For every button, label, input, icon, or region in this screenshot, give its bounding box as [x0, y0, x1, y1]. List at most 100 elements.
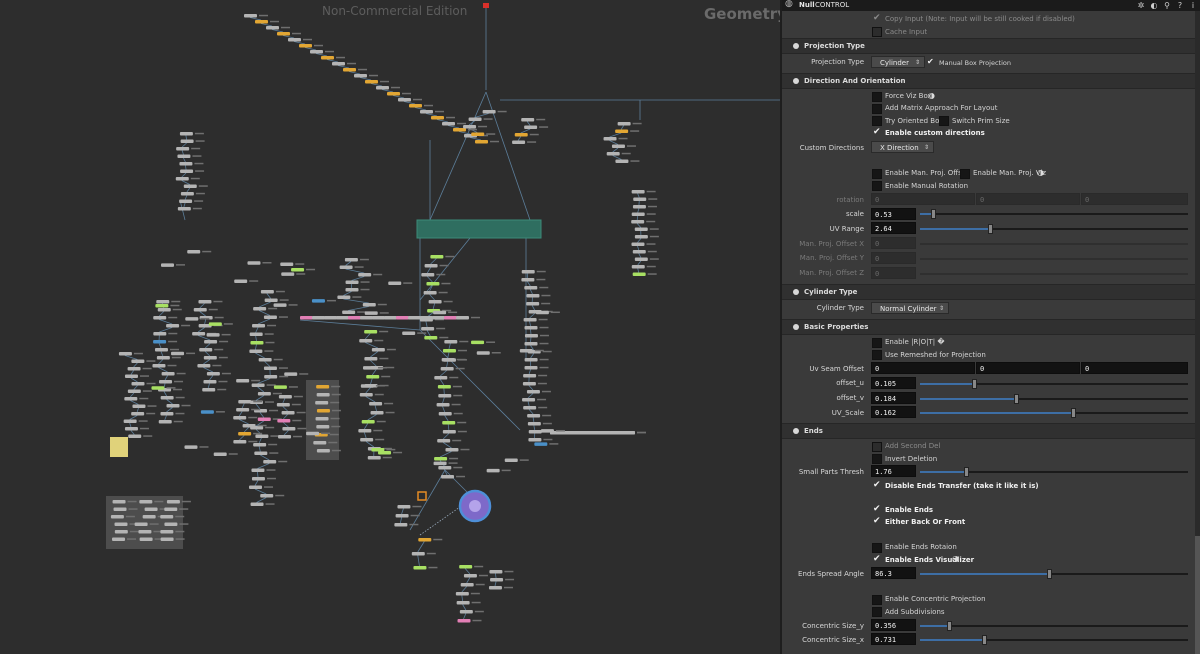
graph-node[interactable] — [460, 583, 474, 587]
graph-node[interactable] — [264, 298, 278, 303]
graph-node[interactable] — [177, 154, 191, 159]
graph-node[interactable] — [193, 308, 207, 312]
graph-node[interactable] — [459, 565, 473, 569]
graph-node[interactable] — [278, 395, 292, 399]
graph-node[interactable] — [110, 515, 124, 519]
graph-node[interactable] — [179, 132, 193, 136]
graph-node[interactable] — [313, 441, 327, 445]
node-name-label[interactable]: CONTROL — [815, 0, 849, 11]
graph-node[interactable] — [342, 310, 356, 315]
graph-node[interactable] — [442, 122, 455, 126]
graph-node[interactable] — [408, 316, 421, 320]
help-icon[interactable]: ? — [1175, 0, 1185, 11]
graph-node[interactable] — [631, 190, 645, 194]
enable-ends-check-icon[interactable]: ✔ — [873, 504, 881, 514]
graph-node[interactable] — [264, 375, 278, 379]
graph-node[interactable] — [180, 192, 194, 196]
copy-input-check-icon[interactable]: ✔ — [873, 13, 881, 23]
graph-node[interactable] — [153, 340, 167, 344]
graph-node[interactable] — [437, 439, 451, 443]
offset-u-field[interactable]: 0.105 — [871, 377, 916, 389]
graph-node[interactable] — [113, 507, 127, 512]
graph-node[interactable] — [365, 80, 378, 84]
graph-node[interactable] — [488, 586, 502, 590]
graph-node[interactable] — [523, 406, 537, 410]
graph-node[interactable] — [409, 104, 422, 108]
rotation-z-field[interactable]: 0 — [1081, 193, 1188, 205]
graph-node[interactable] — [316, 393, 330, 397]
search-icon[interactable]: ⚲ — [1162, 0, 1172, 11]
graph-node[interactable] — [139, 500, 153, 504]
graph-node[interactable] — [281, 272, 295, 276]
slider-handle[interactable] — [1014, 394, 1020, 404]
graph-node[interactable] — [124, 397, 138, 401]
add-subdivisions-checkbox[interactable] — [872, 607, 882, 617]
invert-deletion-checkbox[interactable] — [872, 454, 882, 464]
graph-node[interactable] — [306, 431, 320, 436]
graph-node[interactable] — [632, 250, 646, 254]
graph-node[interactable] — [384, 316, 397, 320]
graph-node[interactable] — [166, 324, 180, 328]
enable-man-viz-checkbox[interactable] — [960, 169, 970, 179]
graph-node[interactable] — [437, 385, 451, 389]
graph-node[interactable] — [358, 273, 372, 277]
concentric-size-y-field[interactable]: 0.356 — [871, 619, 916, 631]
graph-node[interactable] — [132, 404, 146, 409]
graph-node[interactable] — [114, 522, 128, 527]
graph-node[interactable] — [316, 385, 330, 389]
graph-node[interactable] — [254, 451, 268, 456]
manual-box-check-icon[interactable]: ✔ — [927, 57, 934, 66]
graph-node[interactable] — [255, 20, 268, 24]
graph-node[interactable] — [348, 316, 361, 320]
graph-node[interactable] — [316, 449, 330, 453]
graph-node[interactable] — [343, 68, 356, 72]
graph-node[interactable] — [284, 372, 298, 376]
section-cylinder-type[interactable]: Cylinder Type — [782, 284, 1195, 300]
graph-node[interactable] — [634, 257, 648, 262]
graph-node[interactable] — [490, 578, 504, 582]
concentric-size-x-slider[interactable] — [920, 635, 1188, 645]
graph-node[interactable] — [562, 431, 575, 435]
graph-node[interactable] — [166, 500, 180, 504]
offset-y-slider[interactable] — [920, 258, 1188, 260]
enable-concentric-checkbox[interactable] — [872, 595, 882, 605]
try-oriented-box-checkbox[interactable] — [872, 116, 882, 126]
graph-node[interactable] — [482, 110, 496, 114]
graph-node[interactable] — [521, 270, 535, 274]
graph-node[interactable] — [371, 348, 385, 352]
graph-node[interactable] — [445, 448, 459, 452]
graph-node[interactable] — [187, 250, 201, 254]
graph-node[interactable] — [526, 294, 540, 298]
graph-node[interactable] — [202, 388, 216, 392]
half-circle-icon[interactable]: ◑ — [952, 554, 959, 563]
graph-node[interactable] — [249, 349, 263, 354]
offset-v-field[interactable]: 0.184 — [871, 392, 916, 404]
graph-node[interactable] — [424, 336, 438, 340]
graph-node[interactable] — [476, 351, 490, 355]
graph-node[interactable] — [199, 348, 213, 352]
graph-node[interactable] — [138, 530, 152, 534]
small-parts-thresh-slider[interactable] — [920, 467, 1188, 477]
graph-node[interactable] — [159, 380, 173, 384]
graph-node[interactable] — [396, 316, 409, 320]
enable-ends-viz-check-icon[interactable]: ✔ — [873, 554, 881, 564]
graph-node[interactable] — [281, 411, 295, 415]
graph-node[interactable] — [523, 318, 537, 322]
graph-node[interactable] — [358, 429, 372, 433]
graph-node[interactable] — [421, 327, 435, 331]
projection-type-dropdown[interactable]: Cylinder ⇕ — [871, 56, 925, 68]
graph-node[interactable] — [236, 408, 250, 412]
rotation-x-field[interactable]: 0 — [871, 193, 975, 205]
graph-node[interactable] — [471, 340, 485, 345]
graph-node[interactable] — [236, 379, 250, 383]
graph-node[interactable] — [524, 326, 538, 330]
graph-node[interactable] — [176, 147, 190, 151]
graph-node[interactable] — [123, 419, 137, 424]
uv-scale-slider[interactable] — [920, 408, 1188, 418]
graph-node[interactable] — [277, 419, 291, 423]
graph-node[interactable] — [634, 227, 648, 232]
graph-node[interactable] — [203, 356, 217, 360]
graph-node[interactable] — [486, 468, 500, 473]
graph-node[interactable] — [524, 286, 538, 290]
graph-node[interactable] — [431, 116, 444, 120]
